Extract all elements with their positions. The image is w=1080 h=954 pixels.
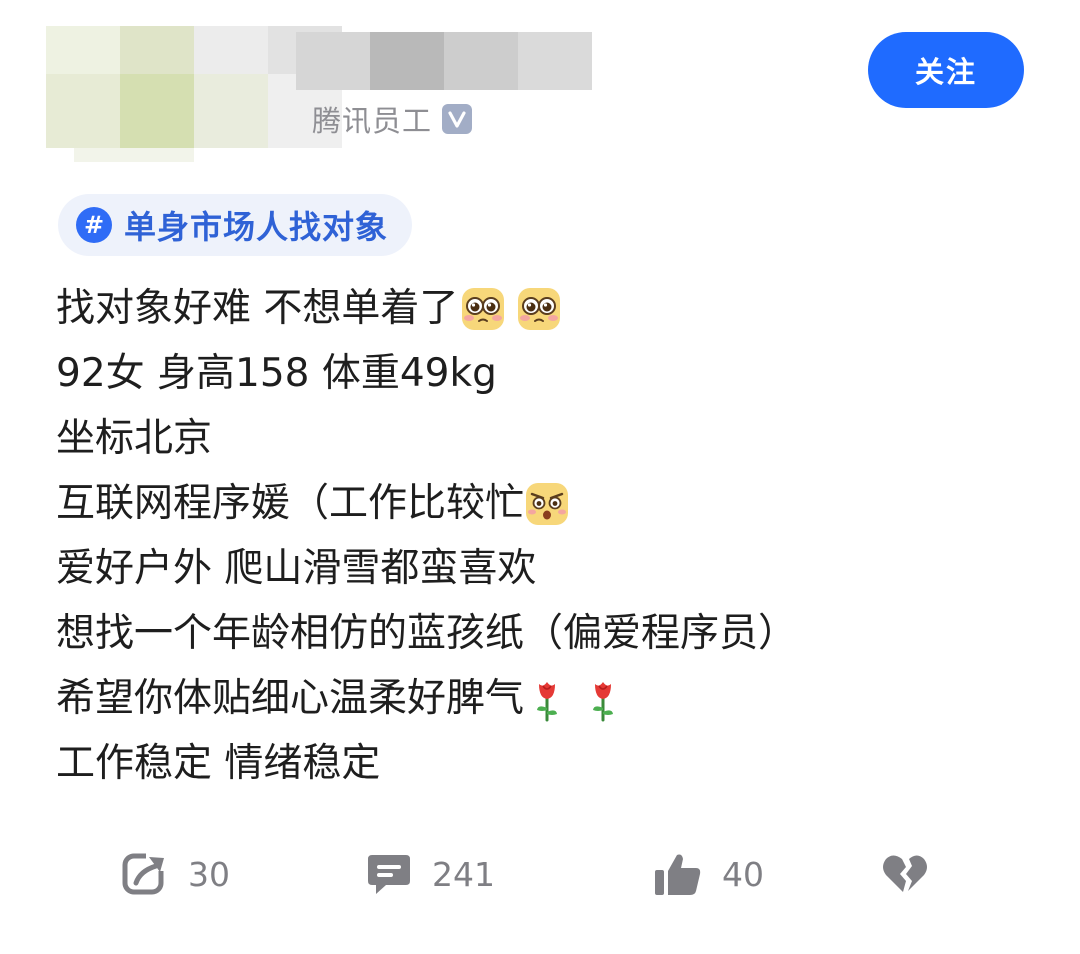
hash-icon: # xyxy=(76,207,112,243)
like-count: 40 xyxy=(722,854,764,894)
post-body: 找对象好难 不想单着了 92女 身高158 体重49kg 坐标北京 互联网程序媛… xyxy=(56,276,1016,796)
post-line-text: 坐标北京 xyxy=(56,416,213,461)
comment-icon xyxy=(366,851,412,897)
post-line: 爱好户外 爬山滑雪都蛮喜欢 xyxy=(56,536,1016,601)
author-identity: 腾讯员工 xyxy=(312,97,473,141)
post-line: 想找一个年龄相仿的蓝孩纸（偏爱程序员） xyxy=(56,601,1016,666)
dislike-action[interactable] xyxy=(882,846,928,902)
share-count: 30 xyxy=(188,854,230,894)
topic-label: 单身市场人找对象 xyxy=(124,208,389,246)
comment-action[interactable]: 241 xyxy=(366,846,495,902)
follow-button[interactable]: 关注 xyxy=(868,32,1024,108)
pleading-face-emoji xyxy=(460,286,506,332)
share-icon xyxy=(122,851,168,897)
post-line-text: 希望你体贴细心温柔好脾气 xyxy=(56,676,525,721)
rose-emoji xyxy=(530,676,564,722)
pleading-face-emoji xyxy=(516,286,562,332)
post-line: 希望你体贴细心温柔好脾气 xyxy=(56,666,1016,731)
stressed-face-emoji xyxy=(524,481,570,527)
rose-emoji xyxy=(586,676,620,722)
like-action[interactable]: 40 xyxy=(654,846,764,902)
comment-count: 241 xyxy=(432,854,495,894)
thumbs-up-icon xyxy=(654,851,702,897)
employer-label: 腾讯员工 xyxy=(312,104,433,138)
share-action[interactable]: 30 xyxy=(122,846,230,902)
post-line-text: 92女 身高158 体重49kg xyxy=(56,351,497,396)
post-line-text: 想找一个年龄相仿的蓝孩纸（偏爱程序员） xyxy=(56,611,798,656)
post-line: 互联网程序媛（工作比较忙 xyxy=(56,471,1016,536)
broken-heart-icon xyxy=(882,853,928,895)
post-line: 92女 身高158 体重49kg xyxy=(56,341,1016,406)
post-line: 找对象好难 不想单着了 xyxy=(56,276,1016,341)
post-line-text: 爱好户外 爬山滑雪都蛮喜欢 xyxy=(56,546,537,591)
post-line: 坐标北京 xyxy=(56,406,1016,471)
verified-v-icon xyxy=(442,104,473,134)
topic-tag[interactable]: # 单身市场人找对象 xyxy=(58,194,413,256)
post-line-text: 互联网程序媛（工作比较忙 xyxy=(56,481,525,526)
blurred-avatar-and-name[interactable] xyxy=(46,26,592,162)
post-line-text: 工作稳定 情绪稳定 xyxy=(56,741,381,786)
post-line-text: 找对象好难 不想单着了 xyxy=(56,286,459,331)
post-line: 工作稳定 情绪稳定 xyxy=(56,731,1016,796)
